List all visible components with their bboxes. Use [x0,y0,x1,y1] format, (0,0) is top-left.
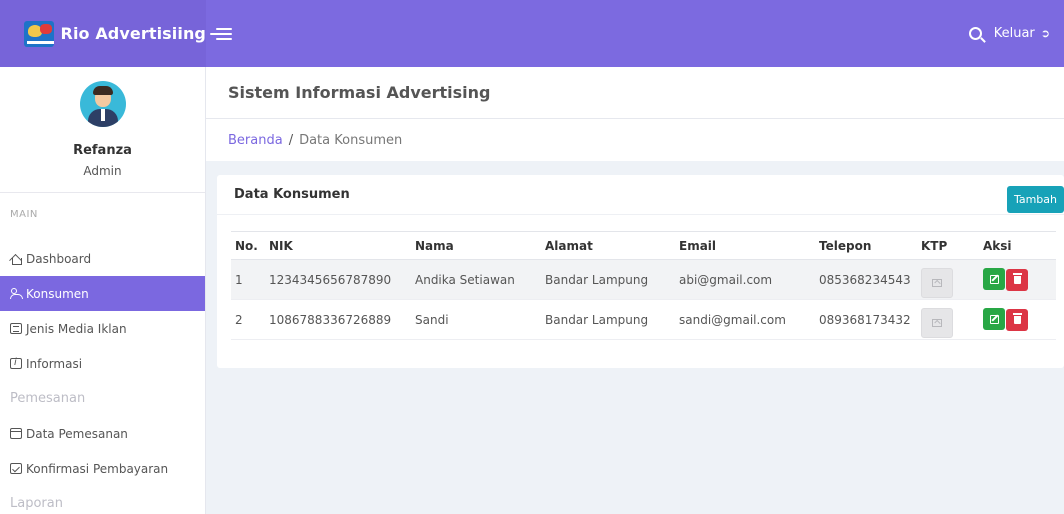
sidebar: Refanza Admin MAIN Dashboard Konsumen Je… [0,67,206,514]
sidebar-item-dashboard[interactable]: Dashboard [0,241,205,276]
edit-icon [989,274,999,284]
trash-icon [1012,312,1022,324]
sidebar-item-label: Dashboard [26,251,92,266]
ktp-image-icon[interactable] [921,307,953,338]
avatar [79,81,126,127]
cell-alamat: Bandar Lampung [541,259,675,300]
cell-nama: Andika Setiawan [411,259,541,300]
cell-no: 2 [231,299,265,340]
brand-logo [24,20,54,47]
konsumen-table: No. NIK Nama Alamat Email Telepon KTP Ak… [231,231,1056,340]
column-header-no: No. [231,231,265,260]
cell-email: abi@gmail.com [675,259,815,300]
sidebar-item-label: Data Pemesanan [26,426,128,441]
delete-button[interactable] [1006,308,1028,331]
info-icon [10,357,22,369]
cell-telepon: 085368234543 [815,259,917,300]
card-title: Data Konsumen [234,187,350,202]
breadcrumb-home-link[interactable]: Beranda [228,133,283,148]
breadcrumb-separator: / [288,132,294,148]
sidebar-item-label: Konfirmasi Pembayaran [26,461,169,476]
page-title: Sistem Informasi Advertising [228,83,491,102]
sidebar-item-konfirmasi-pembayaran[interactable]: Konfirmasi Pembayaran [0,451,205,486]
users-icon [10,288,23,299]
breadcrumb-current: Data Konsumen [299,132,403,148]
cell-aksi [979,259,1056,300]
column-header-email: Email [675,231,815,260]
add-button[interactable]: Tambah [1006,186,1064,213]
menu-heading-main: MAIN [10,209,38,220]
column-header-ktp: KTP [917,231,979,260]
column-header-nama: Nama [411,231,541,260]
menu-group-pemesanan: Pemesanan [10,391,86,406]
sidebar-item-label: Informasi [26,356,83,371]
search-icon[interactable] [968,27,982,40]
brand[interactable]: Rio Advertisiing [0,0,206,67]
nav-right: Keluar ➲ [968,0,1050,67]
table-row: 2 1086788336726889 Sandi Bandar Lampung … [231,299,1056,340]
profile-role: Admin [83,164,122,178]
sidebar-item-konsumen[interactable]: Konsumen [0,276,205,311]
sidebar-item-label: Konsumen [26,286,89,301]
column-header-aksi: Aksi [979,231,1056,260]
sidebar-item-jenis-media-iklan[interactable]: Jenis Media Iklan [0,311,205,346]
table-header-row: No. NIK Nama Alamat Email Telepon KTP Ak… [231,231,1056,260]
column-header-telepon: Telepon [815,231,917,260]
archive-icon [10,428,22,439]
cell-aksi [979,299,1056,340]
sidebar-item-label: Jenis Media Iklan [26,321,127,336]
data-konsumen-card: Data Konsumen Tambah No. NIK Nama Alamat… [217,175,1064,368]
cell-alamat: Bandar Lampung [541,299,675,340]
home-icon [10,253,22,265]
main-content: Sistem Informasi Advertising Beranda / D… [206,67,1064,514]
edit-button[interactable] [983,268,1005,291]
sidebar-item-data-pemesanan[interactable]: Data Pemesanan [0,416,205,451]
page-header: Sistem Informasi Advertising [206,67,1064,119]
top-navbar: Rio Advertisiing Keluar ➲ [0,0,1064,67]
profile-name: Refanza [73,143,132,158]
table-row: 1 1234345656787890 Andika Setiawan Banda… [231,259,1056,300]
sidebar-item-informasi[interactable]: Informasi [0,346,205,381]
cell-ktp [917,259,979,300]
logout-link[interactable]: Keluar [994,26,1035,41]
breadcrumb: Beranda / Data Konsumen [206,119,1064,161]
delete-button[interactable] [1006,268,1028,291]
topbar: Keluar ➲ [206,0,1064,67]
edit-icon [989,314,999,324]
sidebar-toggle-icon[interactable] [208,22,238,46]
column-header-nik: NIK [265,231,411,260]
edit-button[interactable] [983,308,1005,331]
brand-title: Rio Advertisiing [60,24,206,43]
cell-telepon: 089368173432 [815,299,917,340]
check-square-icon [10,463,22,474]
cell-ktp [917,299,979,340]
cell-nik: 1234345656787890 [265,259,411,300]
cell-nik: 1086788336726889 [265,299,411,340]
profile: Refanza Admin [0,67,205,193]
trash-icon [1012,272,1022,284]
menu-group-laporan: Laporan [10,496,63,511]
cell-nama: Sandi [411,299,541,340]
list-icon [10,323,22,334]
card-header: Data Konsumen Tambah [217,175,1064,215]
ktp-image-icon[interactable] [921,267,953,298]
column-header-alamat: Alamat [541,231,675,260]
logout-icon[interactable]: ➲ [1041,27,1050,40]
cell-no: 1 [231,259,265,300]
cell-email: sandi@gmail.com [675,299,815,340]
